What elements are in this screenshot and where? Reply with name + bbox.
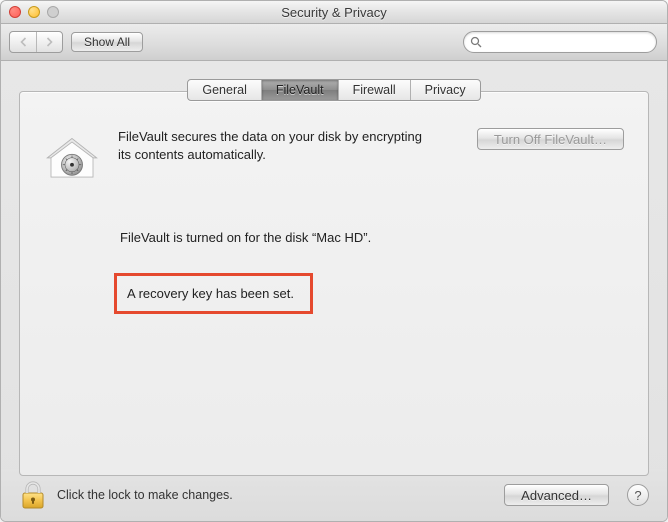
tab-filevault[interactable]: FileVault — [261, 80, 338, 100]
footer: Click the lock to make changes. Advanced… — [1, 469, 667, 521]
chevron-left-icon — [19, 37, 28, 47]
chevron-right-icon — [45, 37, 54, 47]
tab-privacy[interactable]: Privacy — [410, 80, 480, 100]
filevault-status: FileVault is turned on for the disk “Mac… — [20, 184, 648, 257]
turn-off-filevault-button[interactable]: Turn Off FileVault… — [477, 128, 624, 150]
preferences-window: Security & Privacy Show All General File… — [0, 0, 668, 522]
forward-button[interactable] — [36, 32, 62, 52]
lock-icon[interactable] — [19, 479, 47, 511]
search-icon — [470, 36, 482, 48]
lock-hint-text: Click the lock to make changes. — [57, 488, 494, 502]
tabs: General FileVault Firewall Privacy — [187, 79, 480, 101]
recovery-key-highlight: A recovery key has been set. — [114, 273, 313, 314]
show-all-button[interactable]: Show All — [71, 32, 143, 52]
help-button[interactable]: ? — [627, 484, 649, 506]
tab-firewall[interactable]: Firewall — [338, 80, 410, 100]
window-title: Security & Privacy — [1, 5, 667, 20]
content-area: General FileVault Firewall Privacy — [1, 61, 667, 521]
filevault-icon — [44, 128, 100, 184]
back-button[interactable] — [10, 32, 36, 52]
search-input[interactable] — [463, 31, 657, 53]
toolbar: Show All — [1, 24, 667, 61]
recovery-key-text: A recovery key has been set. — [127, 286, 294, 301]
advanced-button[interactable]: Advanced… — [504, 484, 609, 506]
titlebar: Security & Privacy — [1, 1, 667, 24]
filevault-description: FileVault secures the data on your disk … — [118, 128, 441, 163]
tab-general[interactable]: General — [188, 80, 260, 100]
nav-segmented — [9, 31, 63, 53]
search-wrap — [463, 31, 657, 53]
filevault-panel: FileVault secures the data on your disk … — [19, 91, 649, 476]
